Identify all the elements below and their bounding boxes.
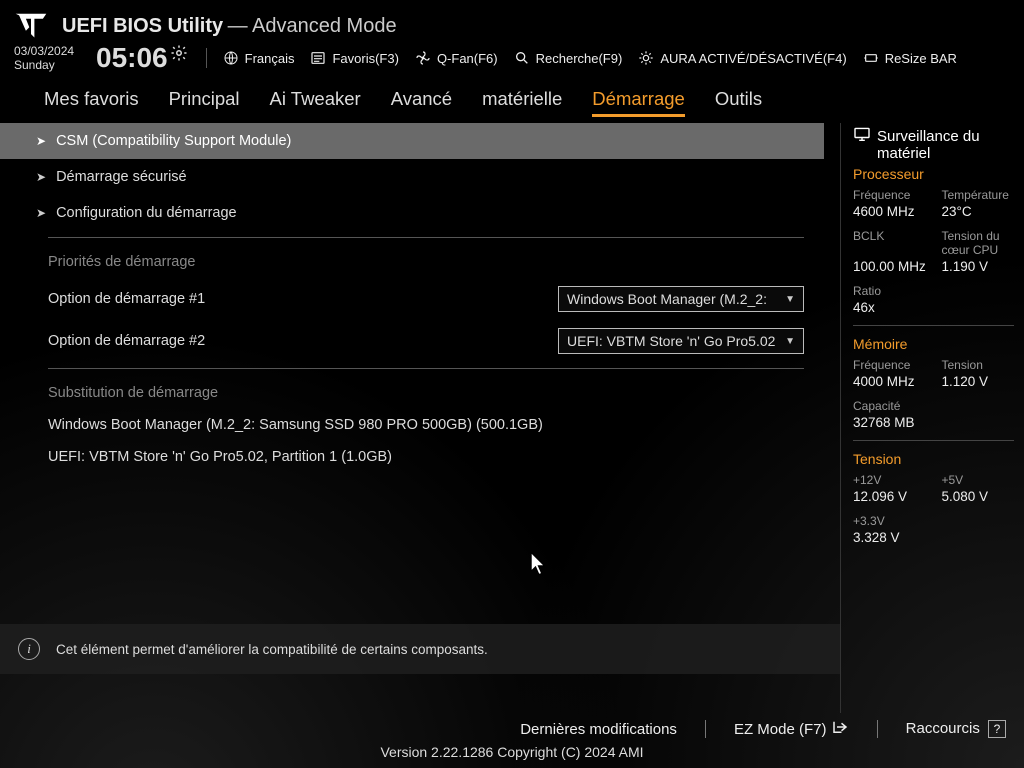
tab-tools[interactable]: Outils: [715, 88, 762, 117]
voltage-heading: Tension: [853, 451, 1024, 467]
boot-option-2-row: Option de démarrage #2 UEFI: VBTM Store …: [0, 320, 840, 362]
qfan-shortcut[interactable]: Q-Fan(F6): [415, 50, 498, 66]
cpu-temp-value: 23°C: [942, 204, 1024, 219]
boot-option-1-label: Option de démarrage #1: [48, 291, 205, 307]
hw-monitor-title: Surveillance du: [853, 127, 1024, 145]
help-text: Cet élément permet d'améliorer la compat…: [56, 642, 488, 657]
boot-option-1-dropdown[interactable]: Windows Boot Manager (M.2_2: ▼: [558, 286, 804, 312]
chevron-down-icon: ▼: [785, 336, 795, 347]
vcore-value: 1.190 V: [942, 259, 1024, 274]
tuf-logo-icon: [14, 12, 48, 40]
tab-main[interactable]: Principal: [169, 88, 240, 117]
gear-icon[interactable]: [170, 44, 188, 65]
title-bar: UEFI BIOS Utility — Advanced Mode: [0, 0, 1024, 42]
monitor-icon: [853, 127, 871, 145]
date-block: 03/03/2024 Sunday: [14, 44, 86, 73]
main-tabs: Mes favoris Principal Ai Tweaker Avancé …: [0, 80, 1024, 123]
shortcuts-button[interactable]: Raccourcis ?: [906, 720, 1006, 738]
day-text: Sunday: [14, 58, 86, 72]
override-entry-2[interactable]: UEFI: VBTM Store 'n' Go Pro5.02, Partiti…: [0, 441, 840, 473]
list-icon: [310, 50, 326, 66]
status-row: 03/03/2024 Sunday 05:06 Français Favoris…: [0, 42, 1024, 80]
top-shortcuts: Français Favoris(F3) Q-Fan(F6) Recherche…: [206, 48, 957, 68]
memory-heading: Mémoire: [853, 336, 1024, 352]
globe-icon: [223, 50, 239, 66]
boot-priority-heading: Priorités de démarrage: [0, 244, 840, 278]
chevron-right-icon: ➤: [36, 134, 46, 148]
hardware-monitor-panel: Surveillance du matériel Processeur Fréq…: [840, 123, 1024, 713]
help-strip: i Cet élément permet d'améliorer la comp…: [0, 624, 840, 674]
processor-heading: Processeur: [853, 166, 1024, 182]
tab-favorites[interactable]: Mes favoris: [44, 88, 139, 117]
last-modified-button[interactable]: Dernières modifications: [520, 721, 677, 738]
boot-override-heading: Substitution de démarrage: [0, 375, 840, 409]
chevron-right-icon: ➤: [36, 170, 46, 184]
search-shortcut[interactable]: Recherche(F9): [514, 50, 623, 66]
boot-option-2-label: Option de démarrage #2: [48, 333, 205, 349]
aura-icon: [638, 50, 654, 66]
bclk-value: 100.00 MHz: [853, 259, 936, 274]
menu-boot-config[interactable]: ➤ Configuration du démarrage: [0, 195, 840, 231]
clock[interactable]: 05:06: [96, 42, 188, 74]
resize-bar-icon: [863, 50, 879, 66]
cpu-freq-value: 4600 MHz: [853, 204, 936, 219]
boot-option-2-dropdown[interactable]: UEFI: VBTM Store 'n' Go Pro5.02 ▼: [558, 328, 804, 354]
footer: Dernières modifications EZ Mode (F7) Rac…: [0, 714, 1024, 768]
tab-hardware[interactable]: matérielle: [482, 88, 562, 117]
date-text: 03/03/2024: [14, 44, 86, 58]
tab-advanced[interactable]: Avancé: [391, 88, 452, 117]
v5-value: 5.080 V: [942, 489, 1024, 504]
v12-value: 12.096 V: [853, 489, 936, 504]
override-entry-1[interactable]: Windows Boot Manager (M.2_2: Samsung SSD…: [0, 409, 840, 441]
v33-value: 3.328 V: [853, 530, 936, 545]
menu-csm[interactable]: ➤ CSM (Compatibility Support Module): [0, 123, 824, 159]
tab-boot[interactable]: Démarrage: [592, 88, 685, 117]
mem-tension-value: 1.120 V: [942, 374, 1024, 389]
tab-ai-tweaker[interactable]: Ai Tweaker: [270, 88, 361, 117]
exit-icon: [831, 720, 849, 734]
chevron-right-icon: ➤: [36, 206, 46, 220]
search-icon: [514, 50, 530, 66]
mem-freq-value: 4000 MHz: [853, 374, 936, 389]
content-panel: ➤ CSM (Compatibility Support Module) ➤ D…: [0, 123, 840, 713]
info-icon: i: [18, 638, 40, 660]
app-title: UEFI BIOS Utility — Advanced Mode: [62, 15, 397, 38]
ratio-value: 46x: [853, 300, 936, 315]
favorites-shortcut[interactable]: Favoris(F3): [310, 50, 398, 66]
aura-shortcut[interactable]: AURA ACTIVÉ/DÉSACTIVÉ(F4): [638, 50, 846, 66]
version-text: Version 2.22.1286 Copyright (C) 2024 AMI: [18, 744, 1006, 760]
menu-secure-boot[interactable]: ➤ Démarrage sécurisé: [0, 159, 840, 195]
resize-bar-shortcut[interactable]: ReSize BAR: [863, 50, 957, 66]
chevron-down-icon: ▼: [785, 294, 795, 305]
boot-option-1-row: Option de démarrage #1 Windows Boot Mana…: [0, 278, 840, 320]
mem-cap-value: 32768 MB: [853, 415, 936, 430]
fan-icon: [415, 50, 431, 66]
ez-mode-button[interactable]: EZ Mode (F7): [734, 720, 849, 738]
language-selector[interactable]: Français: [223, 50, 295, 66]
help-icon: ?: [988, 720, 1006, 738]
